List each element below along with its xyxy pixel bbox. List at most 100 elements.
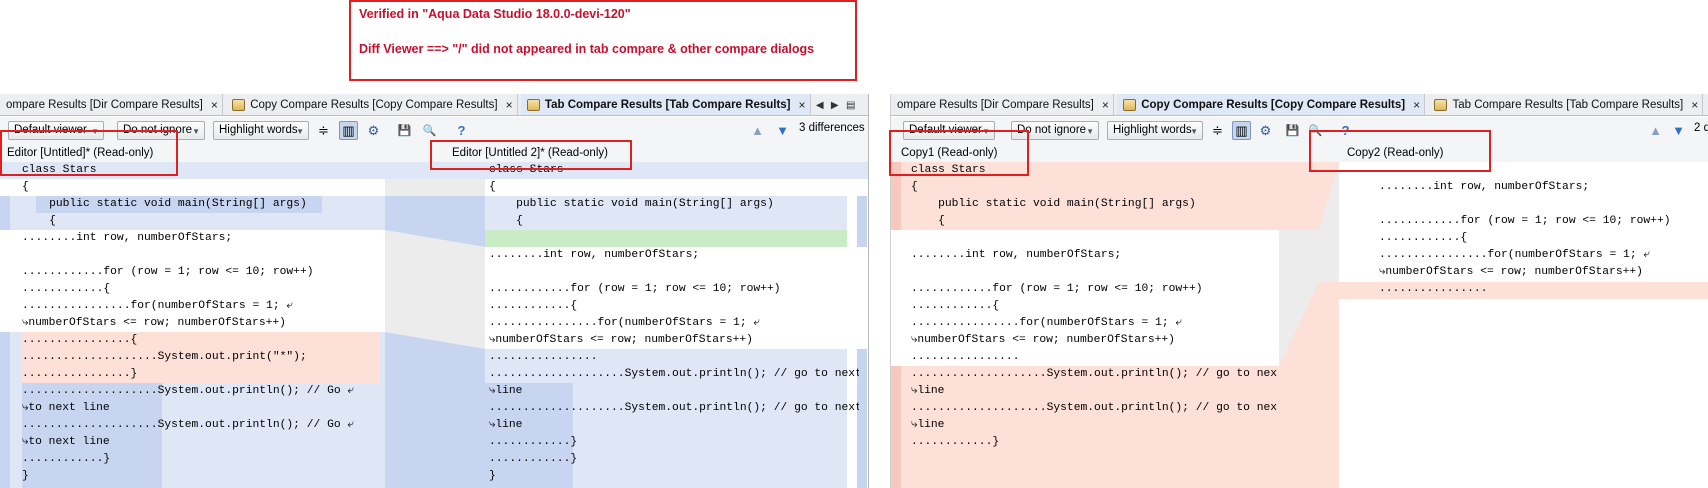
tab-label: Tab Compare Results [Tab Compare Results… bbox=[544, 99, 791, 111]
highlight-select-value: Highlight words bbox=[219, 124, 298, 136]
code-line: ⤷numberOfStars <= row; numberOfStars++) bbox=[1379, 266, 1643, 278]
annotation-box-copy1 bbox=[889, 130, 1029, 176]
chevron-down-icon: ▼ bbox=[192, 127, 200, 136]
code-line: ................ bbox=[1379, 283, 1488, 295]
code-line: } bbox=[22, 470, 29, 482]
code-line: { bbox=[489, 181, 496, 193]
code-line: ............{ bbox=[22, 283, 111, 295]
code-line: ....................System.out.println()… bbox=[22, 385, 354, 397]
close-icon[interactable]: × bbox=[211, 98, 218, 112]
code-line: public static void main(String[] args) bbox=[489, 198, 774, 210]
code-line: ........int row, numberOfStars; bbox=[22, 232, 233, 244]
highlight-select[interactable]: Highlight words ▼ bbox=[213, 121, 309, 140]
code-line: ⤷numberOfStars <= row; numberOfStars++) bbox=[489, 334, 753, 346]
code-line: ⤷line bbox=[911, 385, 945, 397]
collapse-icon[interactable]: ≑ bbox=[314, 121, 333, 140]
code-line: public static void main(String[] args) bbox=[911, 198, 1196, 210]
save-icon[interactable]: 💾 bbox=[395, 121, 414, 140]
compare-icon bbox=[1123, 99, 1137, 111]
side-by-side-icon[interactable]: ▥ bbox=[339, 121, 358, 140]
tab-list-icon[interactable]: ▤ bbox=[844, 94, 857, 115]
next-diff-icon[interactable]: ▼ bbox=[773, 121, 792, 140]
code-line: ....................System.out.println()… bbox=[489, 368, 859, 380]
code-line: ⤷to next line bbox=[22, 402, 110, 414]
gear-icon[interactable]: ⚙ bbox=[364, 121, 383, 140]
close-icon[interactable]: × bbox=[1102, 98, 1109, 112]
save-icon[interactable]: 💾 bbox=[1283, 121, 1302, 140]
code-line: ........int row, numberOfStars; bbox=[1379, 181, 1590, 193]
code-line: ............{ bbox=[1379, 232, 1468, 244]
code-line: ................{ bbox=[22, 334, 138, 346]
code-line: ................for(numberOfStars = 1; ⤶ bbox=[489, 317, 760, 329]
tab-label: Tab Compare Results [Tab Compare Results… bbox=[1452, 99, 1684, 111]
next-diff-icon[interactable]: ▼ bbox=[1669, 121, 1688, 140]
code-line: { bbox=[911, 181, 918, 193]
tab-tab-compare[interactable]: Tab Compare Results [Tab Compare Results… bbox=[1428, 94, 1704, 115]
code-line: ................for(numberOfStars = 1; ⤶ bbox=[22, 300, 293, 312]
code-line: { bbox=[22, 181, 29, 193]
code-line: ................ bbox=[489, 351, 598, 363]
connector-graph bbox=[1279, 162, 1339, 488]
code-line: ............{ bbox=[489, 300, 578, 312]
code-line: ⤷line bbox=[489, 419, 523, 431]
tab-copy-compare[interactable]: Copy Compare Results [Copy Compare Resul… bbox=[226, 94, 518, 115]
tab-dir-compare[interactable]: ompare Results [Dir Compare Results] × bbox=[0, 94, 223, 115]
close-icon[interactable]: × bbox=[1413, 98, 1420, 112]
diff-count: 3 differences bbox=[799, 122, 865, 134]
highlight-select-value: Highlight words bbox=[1113, 124, 1192, 136]
note-line-1: Verified in "Aqua Data Studio 18.0.0-dev… bbox=[359, 7, 631, 21]
copy2-code: ........int row, numberOfStars;.........… bbox=[1379, 162, 1708, 488]
code-line: } bbox=[489, 470, 496, 482]
code-line: ............} bbox=[489, 436, 578, 448]
diff-count: 2 d bbox=[1694, 122, 1708, 134]
tab-tab-compare[interactable]: Tab Compare Results [Tab Compare Results… bbox=[520, 94, 811, 115]
close-icon[interactable]: × bbox=[1691, 98, 1698, 112]
collapse-icon[interactable]: ≑ bbox=[1208, 121, 1227, 140]
side-by-side-icon[interactable]: ▥ bbox=[1232, 121, 1251, 140]
tab-prev-icon[interactable]: ◀ bbox=[814, 94, 826, 115]
tab-dir-compare[interactable]: ompare Results [Dir Compare Results] × bbox=[891, 94, 1114, 115]
code-line: ⤷numberOfStars <= row; numberOfStars++) bbox=[22, 317, 286, 329]
tab-label: Copy Compare Results [Copy Compare Resul… bbox=[250, 99, 498, 111]
prev-diff-icon[interactable]: ▲ bbox=[1646, 121, 1665, 140]
gear-icon[interactable]: ⚙ bbox=[1256, 121, 1275, 140]
prev-diff-icon[interactable]: ▲ bbox=[748, 121, 767, 140]
code-line: ....................System.out.println()… bbox=[489, 402, 859, 414]
code-line: ................ bbox=[911, 351, 1020, 363]
code-line: ⤷to next line bbox=[22, 436, 110, 448]
code-line: public static void main(String[] args) bbox=[22, 198, 307, 210]
tab-label: ompare Results [Dir Compare Results] bbox=[6, 99, 203, 111]
code-line: { bbox=[22, 215, 56, 227]
annotation-note: Verified in "Aqua Data Studio 18.0.0-dev… bbox=[349, 0, 857, 81]
code-line: ................} bbox=[22, 368, 138, 380]
code-line: ............} bbox=[22, 453, 111, 465]
annotation-box-editor-untitled2 bbox=[430, 140, 632, 170]
annotation-box-editor-untitled bbox=[0, 130, 178, 176]
code-line: ⤷line bbox=[489, 385, 523, 397]
chevron-down-icon: ▼ bbox=[1190, 127, 1198, 136]
code-line: ............for (row = 1; row <= 10; row… bbox=[489, 283, 781, 295]
tab-next-icon[interactable]: ▶ bbox=[829, 94, 841, 115]
close-icon[interactable]: × bbox=[506, 98, 513, 112]
gutter-mark bbox=[0, 196, 10, 230]
find-icon[interactable]: 🔍 bbox=[420, 121, 439, 140]
close-icon[interactable]: × bbox=[799, 98, 806, 112]
code-line: { bbox=[911, 215, 945, 227]
tab-label: Copy Compare Results [Copy Compare Resul… bbox=[1141, 99, 1406, 111]
code-line: ⤷numberOfStars <= row; numberOfStars++) bbox=[911, 334, 1175, 346]
tab-label: ompare Results [Dir Compare Results] bbox=[897, 99, 1094, 111]
code-line: ....................System.out.print("*"… bbox=[22, 351, 307, 363]
help-icon[interactable]: ? bbox=[452, 121, 471, 140]
tab-copy-compare[interactable]: Copy Compare Results [Copy Compare Resul… bbox=[1117, 94, 1426, 115]
compare-icon bbox=[1434, 99, 1448, 111]
compare-icon bbox=[526, 99, 540, 111]
highlight-select[interactable]: Highlight words ▼ bbox=[1107, 121, 1203, 140]
right-code: class Stars{ public static void main(Str… bbox=[489, 162, 859, 488]
connector-graph bbox=[385, 162, 485, 488]
code-line: ................for(numberOfStars = 1; ⤶ bbox=[911, 317, 1182, 329]
code-line: ........int row, numberOfStars; bbox=[911, 249, 1122, 261]
code-line: ............for (row = 1; row <= 10; row… bbox=[911, 283, 1203, 295]
copy1-code: class Stars{ public static void main(Str… bbox=[911, 162, 1277, 488]
annotation-box-copy2 bbox=[1309, 130, 1491, 172]
chevron-down-icon: ▼ bbox=[1086, 127, 1094, 136]
